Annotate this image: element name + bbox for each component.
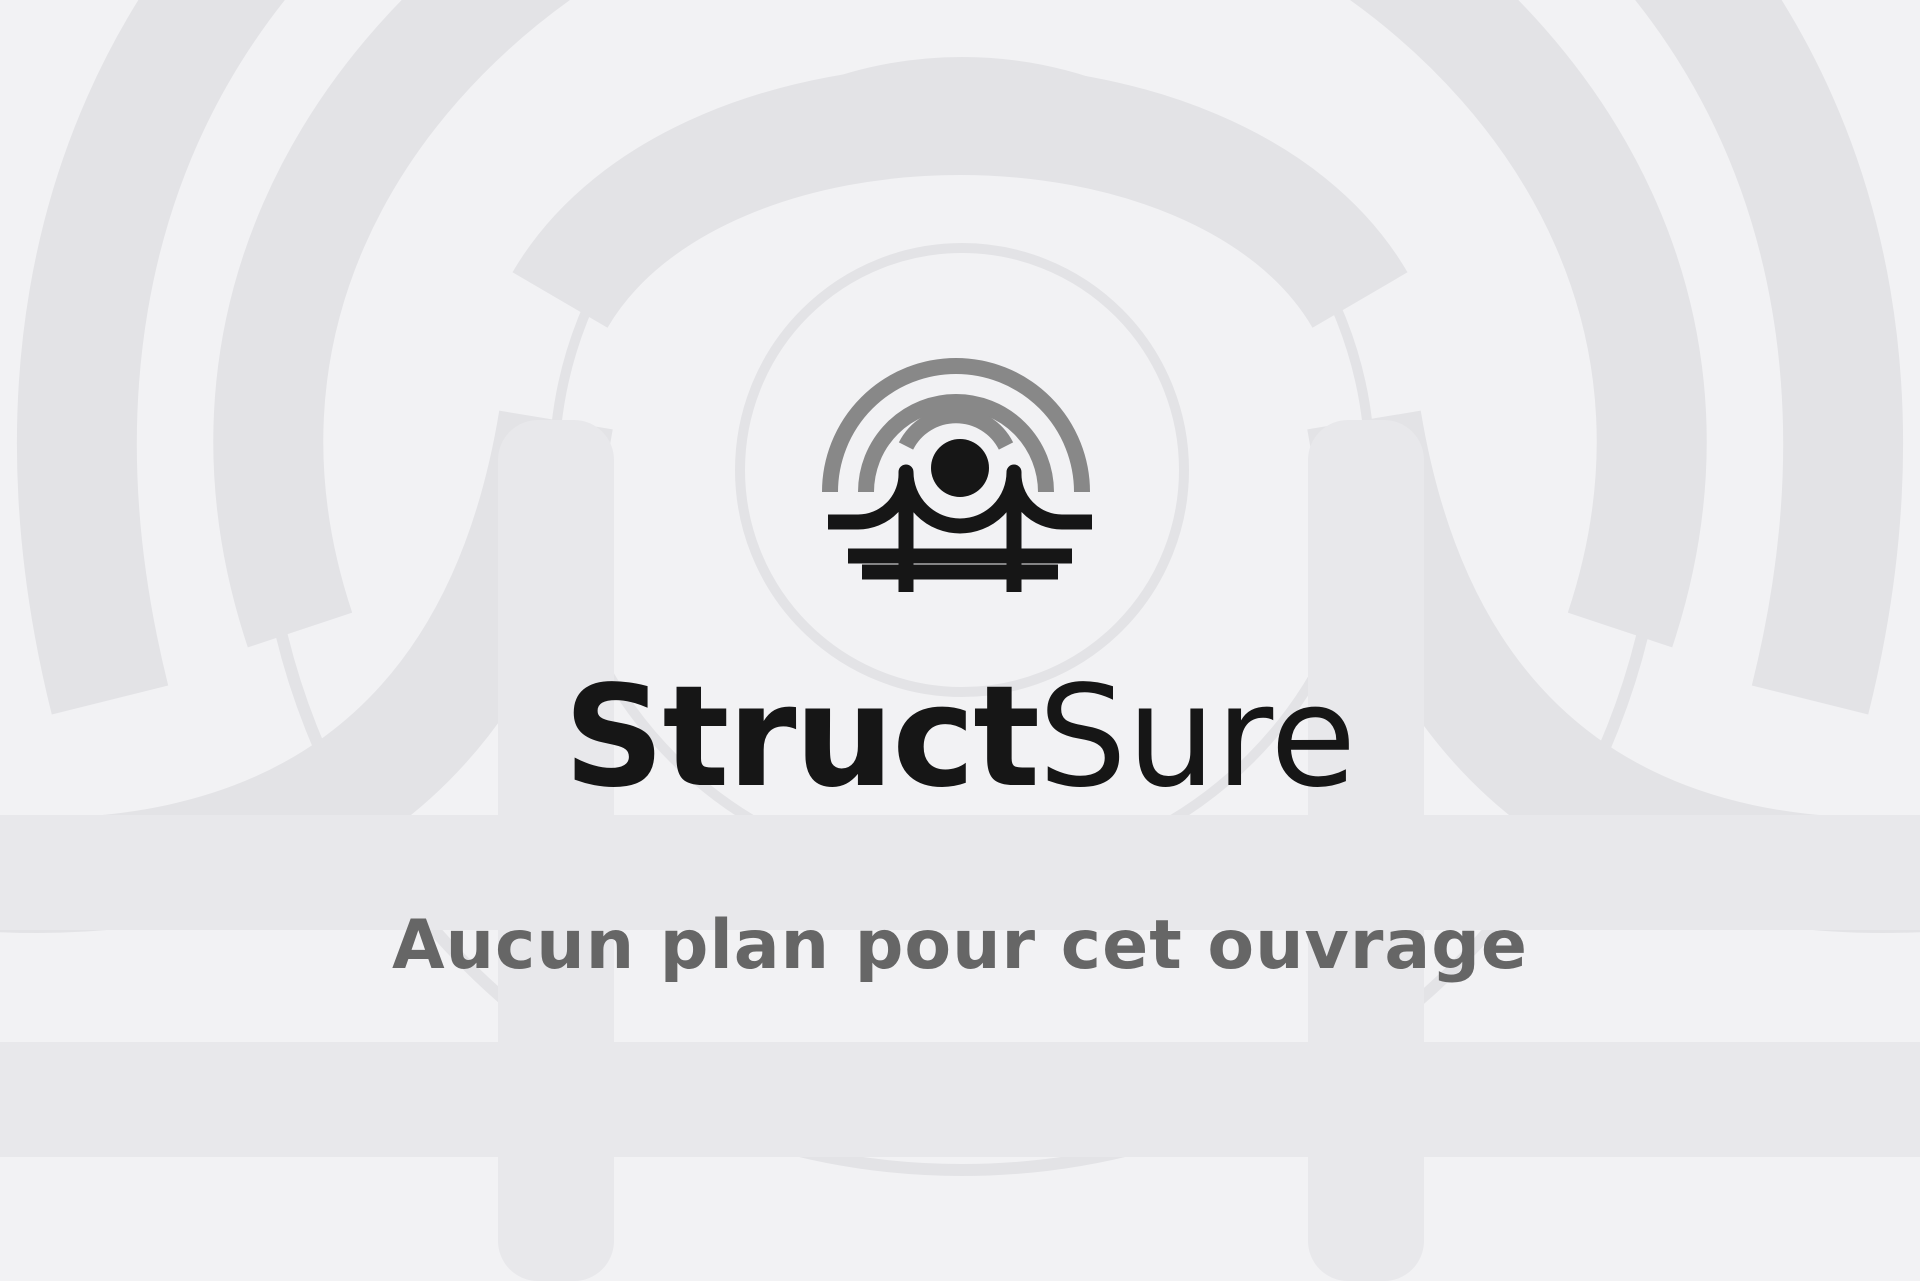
background-watermark-pattern [0, 0, 1920, 1281]
brand-name-light: Sure [1038, 656, 1357, 819]
empty-state-message: Aucun plan pour cet ouvrage [391, 906, 1529, 985]
empty-state-screen: StructSure Aucun plan pour cet ouvrage [0, 0, 1920, 1281]
brand-name-bold: Struct [563, 656, 1040, 819]
brand-wordmark: StructSure [0, 668, 1920, 808]
bridge-signal-logo-icon [822, 358, 1092, 592]
